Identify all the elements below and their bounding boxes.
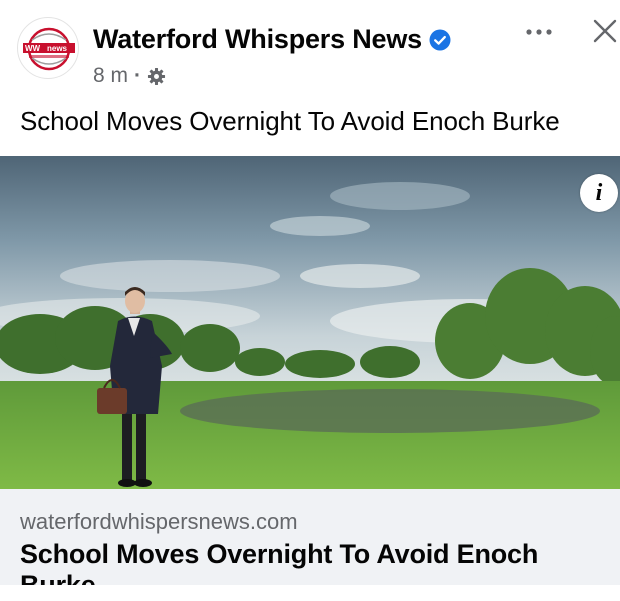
svg-text:WW: WW: [25, 44, 41, 53]
svg-text:news: news: [47, 44, 68, 53]
post-header: WW news Waterford Whispers News 8 m ·: [0, 0, 620, 100]
info-button[interactable]: i: [580, 174, 618, 212]
settings-gear-icon[interactable]: [147, 67, 166, 86]
close-icon[interactable]: [590, 16, 620, 46]
post-timestamp[interactable]: 8 m: [93, 64, 128, 88]
info-icon: i: [595, 180, 603, 206]
meta-separator: ·: [134, 64, 142, 87]
page-avatar[interactable]: WW news: [17, 17, 79, 79]
more-options-icon[interactable]: [522, 22, 556, 42]
page-name-row: Waterford Whispers News: [93, 24, 451, 55]
waterford-whispers-logo: WW news: [23, 27, 75, 71]
link-domain: waterfordwhispersnews.com: [20, 509, 298, 534]
photo-illustration: [0, 156, 620, 489]
verified-badge-icon: [429, 29, 451, 50]
post-meta: 8 m ·: [93, 64, 166, 88]
bottom-spacer: [0, 585, 620, 600]
post-text: School Moves Overnight To Avoid Enoch Bu…: [20, 106, 560, 136]
link-card[interactable]: waterfordwhispersnews.com School Moves O…: [0, 489, 620, 600]
link-preview-image[interactable]: [0, 156, 620, 489]
page-name[interactable]: Waterford Whispers News: [93, 24, 422, 55]
